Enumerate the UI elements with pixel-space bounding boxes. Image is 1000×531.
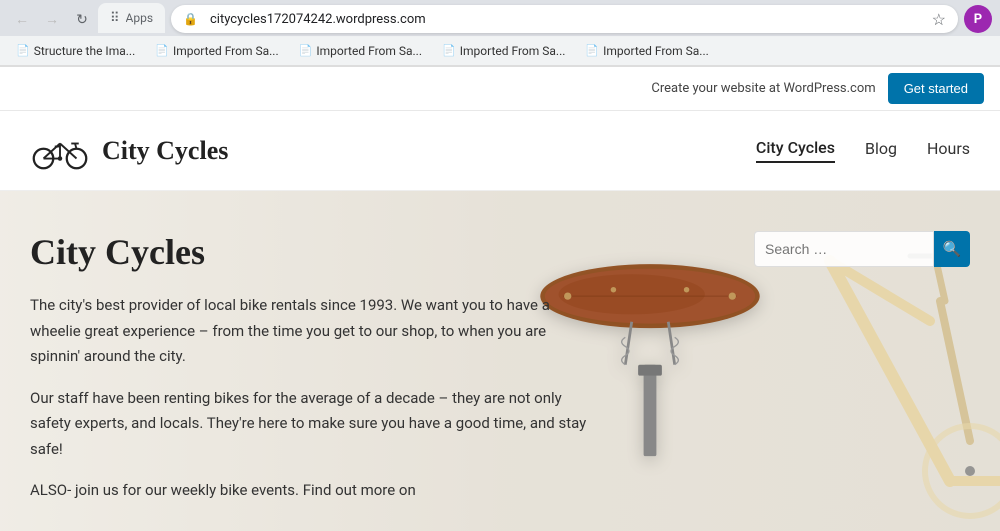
nav-city-cycles[interactable]: City Cycles (756, 138, 835, 163)
get-started-button[interactable]: Get started (888, 73, 984, 104)
hero-paragraph-3: ALSO- join us for our weekly bike events… (30, 478, 590, 504)
hero-content: City Cycles The city's best provider of … (0, 191, 620, 531)
browser-chrome: ← → ↻ ⠿ Apps 🔒 citycycles172074242.wordp… (0, 0, 1000, 67)
apps-tab[interactable]: ⠿ Apps (98, 3, 165, 33)
wp-promo-text: Create your website at WordPress.com (651, 81, 875, 96)
apps-tab-label: Apps (126, 11, 154, 25)
bookmark-label-3: Imported From Sa... (316, 44, 422, 58)
bike-logo-icon (30, 131, 90, 171)
site-title: City Cycles (102, 136, 228, 166)
bookmark-imported-4[interactable]: 📄 Imported From Sa... (577, 42, 716, 60)
reload-button[interactable]: ↻ (68, 5, 96, 33)
profile-button[interactable]: P (964, 5, 992, 33)
back-button[interactable]: ← (8, 5, 36, 33)
bookmark-structure[interactable]: 📄 Structure the Ima... (8, 42, 143, 60)
url-text: citycycles172074242.wordpress.com (210, 12, 922, 27)
forward-button[interactable]: → (38, 5, 66, 33)
bookmark-label-4: Imported From Sa... (460, 44, 566, 58)
nav-hours[interactable]: Hours (927, 139, 970, 162)
bookmark-icon-1: 📄 (16, 44, 30, 57)
bookmarks-bar: 📄 Structure the Ima... 📄 Imported From S… (0, 36, 1000, 66)
hero-title: City Cycles (30, 231, 590, 273)
hero-paragraph-2: Our staff have been renting bikes for th… (30, 386, 590, 463)
bookmark-imported-1[interactable]: 📄 Imported From Sa... (147, 42, 286, 60)
bookmark-label-2: Imported From Sa... (173, 44, 279, 58)
search-icon: 🔍 (943, 240, 962, 258)
bookmark-icon-4: 📄 (442, 44, 456, 57)
search-button[interactable]: 🔍 (934, 231, 970, 267)
hero-paragraph-1: The city's best provider of local bike r… (30, 293, 590, 370)
bookmark-star-icon[interactable]: ☆ (932, 10, 946, 29)
site-logo: City Cycles (30, 131, 228, 171)
site-header: City Cycles City Cycles Blog Hours (0, 111, 1000, 191)
bookmark-imported-2[interactable]: 📄 Imported From Sa... (291, 42, 430, 60)
bookmark-imported-3[interactable]: 📄 Imported From Sa... (434, 42, 573, 60)
bookmark-icon-5: 📄 (585, 44, 599, 57)
nav-blog[interactable]: Blog (865, 139, 897, 162)
search-box: 🔍 (754, 231, 970, 267)
bookmark-label-1: Structure the Ima... (34, 44, 136, 58)
search-input[interactable] (754, 231, 934, 267)
site-nav: City Cycles Blog Hours (756, 138, 970, 163)
tab-bar: ← → ↻ ⠿ Apps 🔒 citycycles172074242.wordp… (0, 0, 1000, 36)
bookmark-label-5: Imported From Sa... (603, 44, 709, 58)
address-bar[interactable]: 🔒 citycycles172074242.wordpress.com ☆ (171, 5, 958, 33)
bookmark-icon-3: 📄 (299, 44, 313, 57)
apps-icon: ⠿ (110, 11, 120, 26)
bookmark-icon-2: 📄 (155, 44, 169, 57)
wordpress-top-bar: Create your website at WordPress.com Get… (0, 67, 1000, 111)
lock-icon: 🔒 (183, 12, 198, 26)
hero-section: 🔍 City Cycles The city's best provider o… (0, 191, 1000, 531)
